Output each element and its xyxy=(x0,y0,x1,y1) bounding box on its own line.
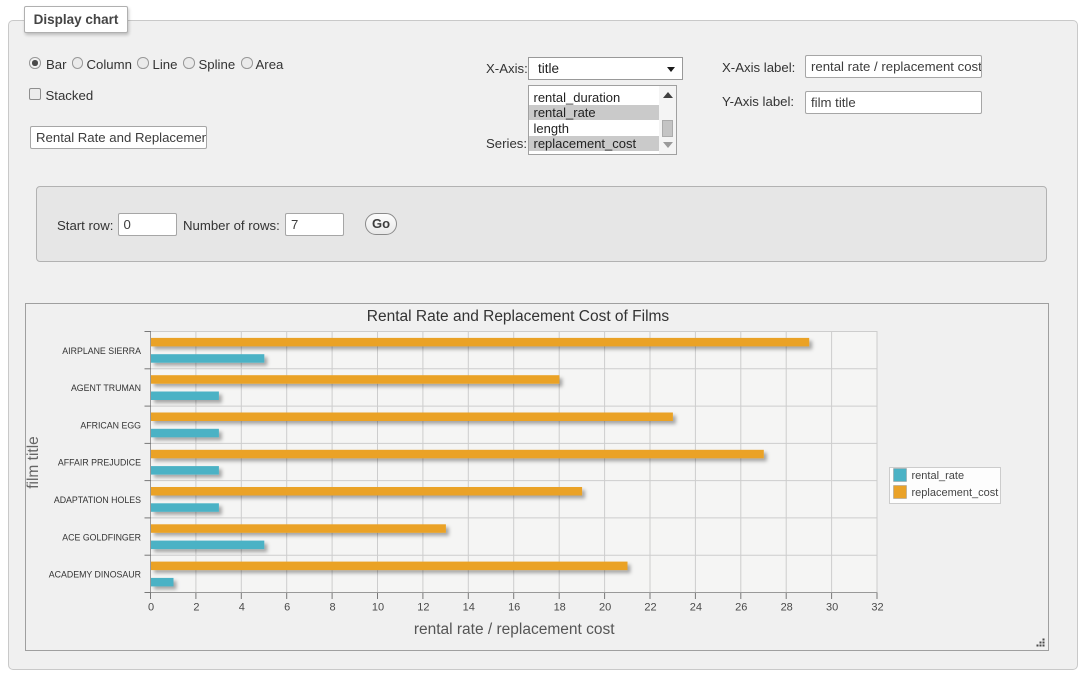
svg-text:26: 26 xyxy=(735,602,747,614)
svg-text:AIRPLANE SIERRA: AIRPLANE SIERRA xyxy=(62,346,141,356)
svg-text:Rental Rate and Replacement Co: Rental Rate and Replacement Cost of Film… xyxy=(367,308,670,325)
svg-text:22: 22 xyxy=(644,602,656,614)
svg-text:18: 18 xyxy=(554,602,566,614)
svg-text:32: 32 xyxy=(871,602,883,614)
svg-text:8: 8 xyxy=(330,602,336,614)
svg-text:24: 24 xyxy=(690,602,702,614)
svg-text:14: 14 xyxy=(463,602,475,614)
svg-text:28: 28 xyxy=(781,602,793,614)
svg-text:30: 30 xyxy=(826,602,838,614)
svg-text:AGENT TRUMAN: AGENT TRUMAN xyxy=(71,383,141,393)
svg-text:0: 0 xyxy=(148,602,154,614)
svg-text:2: 2 xyxy=(193,602,199,614)
svg-text:10: 10 xyxy=(372,602,384,614)
svg-text:16: 16 xyxy=(508,602,520,614)
svg-text:replacement_cost: replacement_cost xyxy=(912,487,999,499)
svg-text:rental rate / replacement cost: rental rate / replacement cost xyxy=(414,621,615,638)
svg-text:AFFAIR PREJUDICE: AFFAIR PREJUDICE xyxy=(58,458,141,468)
svg-text:ACADEMY DINOSAUR: ACADEMY DINOSAUR xyxy=(49,570,141,580)
svg-text:20: 20 xyxy=(599,602,611,614)
svg-text:ADAPTATION HOLES: ADAPTATION HOLES xyxy=(54,495,141,505)
svg-text:4: 4 xyxy=(239,602,245,614)
svg-text:rental_rate: rental_rate xyxy=(912,470,965,482)
svg-text:AFRICAN EGG: AFRICAN EGG xyxy=(80,420,141,430)
svg-text:12: 12 xyxy=(417,602,429,614)
svg-text:film title: film title xyxy=(26,436,42,489)
svg-text:6: 6 xyxy=(284,602,290,614)
svg-text:ACE GOLDFINGER: ACE GOLDFINGER xyxy=(62,532,141,542)
